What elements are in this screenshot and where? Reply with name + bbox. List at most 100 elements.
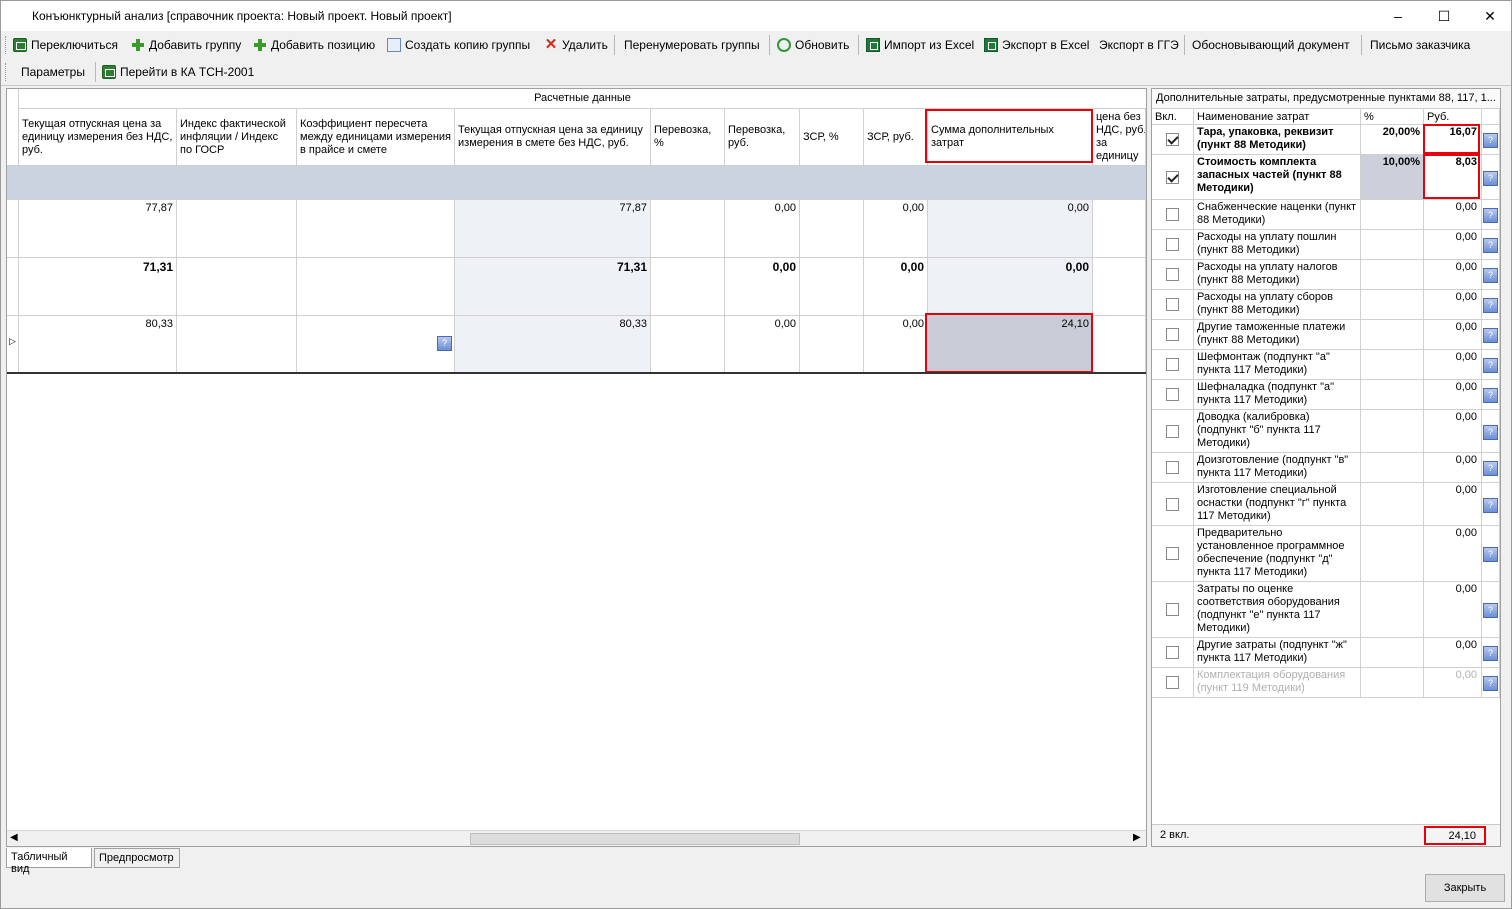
- lookup-icon[interactable]: ?: [1483, 461, 1498, 476]
- cost-name: Расходы на уплату пошлин (пункт 88 Метод…: [1194, 230, 1361, 260]
- goto-ka-button[interactable]: Перейти в КА ТСН-2001: [102, 62, 254, 82]
- include-checkbox[interactable]: [1166, 676, 1179, 689]
- cost-percent[interactable]: [1361, 320, 1424, 350]
- lookup-icon[interactable]: ?: [1483, 268, 1498, 283]
- cost-percent[interactable]: 20,00%: [1361, 125, 1424, 155]
- include-checkbox[interactable]: [1166, 547, 1179, 560]
- tab-preview[interactable]: Предпросмотр: [94, 848, 180, 868]
- export-excel-button[interactable]: Экспорт в Excel: [984, 35, 1089, 55]
- group-row[interactable]: [7, 166, 1146, 200]
- tab-table-view[interactable]: Табличный вид: [6, 848, 92, 875]
- cost-percent[interactable]: [1361, 380, 1424, 410]
- cost-percent[interactable]: [1361, 668, 1424, 698]
- cost-percent[interactable]: 10,00%: [1361, 155, 1424, 200]
- col-header[interactable]: Сметная цена без НДС, руб. за единицу из…: [1093, 109, 1146, 166]
- col-header[interactable]: Наименование затрат: [1194, 109, 1361, 125]
- include-checkbox[interactable]: [1166, 298, 1179, 311]
- cost-rub: 0,00: [1424, 483, 1482, 526]
- lookup-icon[interactable]: ?: [1483, 603, 1498, 618]
- justifying-doc-button[interactable]: Обосновывающий документ: [1192, 35, 1350, 55]
- additional-costs-panel: Дополнительные затраты, предусмотренные …: [1151, 88, 1501, 847]
- delete-button[interactable]: ✕ Удалить: [544, 35, 608, 55]
- include-checkbox[interactable]: [1166, 461, 1179, 474]
- lookup-icon[interactable]: ?: [1483, 133, 1498, 148]
- col-header[interactable]: Текущая отпускная цена за единицу измере…: [455, 109, 651, 166]
- lookup-icon[interactable]: ?: [1483, 498, 1498, 513]
- include-checkbox[interactable]: [1166, 425, 1179, 438]
- cost-percent[interactable]: [1361, 483, 1424, 526]
- cost-percent[interactable]: [1361, 290, 1424, 320]
- params-button[interactable]: Параметры: [21, 62, 85, 82]
- cost-percent[interactable]: [1361, 260, 1424, 290]
- col-header[interactable]: Коэффициент пересчета между единицами из…: [297, 109, 455, 166]
- col-header[interactable]: ЗСР, руб.: [864, 109, 928, 166]
- lookup-icon[interactable]: ?: [1483, 208, 1498, 223]
- cost-percent[interactable]: [1361, 350, 1424, 380]
- lookup-icon[interactable]: ?: [1483, 298, 1498, 313]
- lookup-icon[interactable]: ?: [1483, 425, 1498, 440]
- cost-percent[interactable]: [1361, 230, 1424, 260]
- lookup-icon[interactable]: ?: [1483, 171, 1498, 186]
- checked-count: 2 вкл.: [1160, 829, 1190, 841]
- export-gge-button[interactable]: Экспорт в ГГЭ: [1099, 35, 1179, 55]
- include-checkbox[interactable]: [1166, 328, 1179, 341]
- col-header[interactable]: Руб.: [1424, 109, 1482, 125]
- panel-footer: 2 вкл. 24,10: [1152, 824, 1500, 846]
- copy-group-button[interactable]: Создать копию группы: [387, 35, 530, 55]
- col-header[interactable]: Перевозка, руб.: [725, 109, 800, 166]
- lookup-icon[interactable]: ?: [1483, 388, 1498, 403]
- lookup-icon[interactable]: ?: [1483, 238, 1498, 253]
- renumber-button[interactable]: Перенумеровать группы: [624, 35, 760, 55]
- ka-icon: [102, 65, 116, 79]
- cost-percent[interactable]: [1361, 582, 1424, 638]
- lookup-icon[interactable]: ?: [1483, 547, 1498, 562]
- include-checkbox[interactable]: [1166, 388, 1179, 401]
- cost-name: Расходы на уплату сборов (пункт 88 Метод…: [1194, 290, 1361, 320]
- cost-name: Расходы на уплату налогов (пункт 88 Мето…: [1194, 260, 1361, 290]
- include-checkbox[interactable]: [1166, 358, 1179, 371]
- col-header[interactable]: Индекс фактической инфляции / Индекс по …: [177, 109, 297, 166]
- cost-percent[interactable]: [1361, 638, 1424, 668]
- customer-letter-button[interactable]: Письмо заказчика: [1370, 35, 1470, 55]
- switch-button[interactable]: Переключиться: [13, 35, 118, 55]
- lookup-icon[interactable]: ?: [1483, 358, 1498, 373]
- cost-percent[interactable]: [1361, 526, 1424, 582]
- lookup-icon[interactable]: ?: [1483, 676, 1498, 691]
- cost-percent[interactable]: [1361, 200, 1424, 230]
- include-checkbox[interactable]: [1166, 268, 1179, 281]
- col-header[interactable]: Текущая отпускная цена за единицу измере…: [19, 109, 177, 166]
- maximize-icon[interactable]: ☐: [1421, 1, 1467, 31]
- cost-percent[interactable]: [1361, 410, 1424, 453]
- close-icon[interactable]: ✕: [1467, 1, 1512, 31]
- include-checkbox[interactable]: [1166, 603, 1179, 616]
- scroll-left-icon[interactable]: ◀: [10, 832, 18, 843]
- lookup-icon[interactable]: ?: [1483, 646, 1498, 661]
- highlight-box: [1423, 124, 1480, 154]
- include-checkbox[interactable]: [1166, 208, 1179, 221]
- col-header[interactable]: Перевозка, %: [651, 109, 725, 166]
- include-checkbox[interactable]: [1166, 238, 1179, 251]
- cost-rub: 0,00: [1424, 582, 1482, 638]
- include-checkbox[interactable]: [1166, 133, 1179, 146]
- close-button[interactable]: Закрыть: [1425, 874, 1505, 902]
- lookup-icon[interactable]: ?: [1483, 328, 1498, 343]
- import-excel-button[interactable]: Импорт из Excel: [866, 35, 974, 55]
- refresh-button[interactable]: Обновить: [777, 35, 849, 55]
- col-header[interactable]: Вкл.: [1152, 109, 1194, 125]
- minimize-icon[interactable]: –: [1375, 1, 1421, 31]
- include-checkbox[interactable]: [1166, 498, 1179, 511]
- cost-percent[interactable]: [1361, 453, 1424, 483]
- include-checkbox[interactable]: [1166, 171, 1179, 184]
- scroll-thumb[interactable]: [470, 833, 800, 845]
- add-group-button[interactable]: Добавить группу: [131, 35, 241, 55]
- horizontal-scrollbar[interactable]: ◀ ▶: [7, 830, 1146, 846]
- add-position-button[interactable]: Добавить позицию: [253, 35, 375, 55]
- scroll-right-icon[interactable]: ▶: [1133, 832, 1141, 843]
- col-header[interactable]: %: [1361, 109, 1424, 125]
- include-checkbox[interactable]: [1166, 646, 1179, 659]
- lookup-icon[interactable]: ?: [437, 336, 452, 351]
- cost-rub: 0,00: [1424, 638, 1482, 668]
- main-grid: Расчетные данные Текущая отпускная цена …: [6, 88, 1147, 847]
- cost-name: Затраты по оценке соответствия оборудова…: [1194, 582, 1361, 638]
- col-header[interactable]: ЗСР, %: [800, 109, 864, 166]
